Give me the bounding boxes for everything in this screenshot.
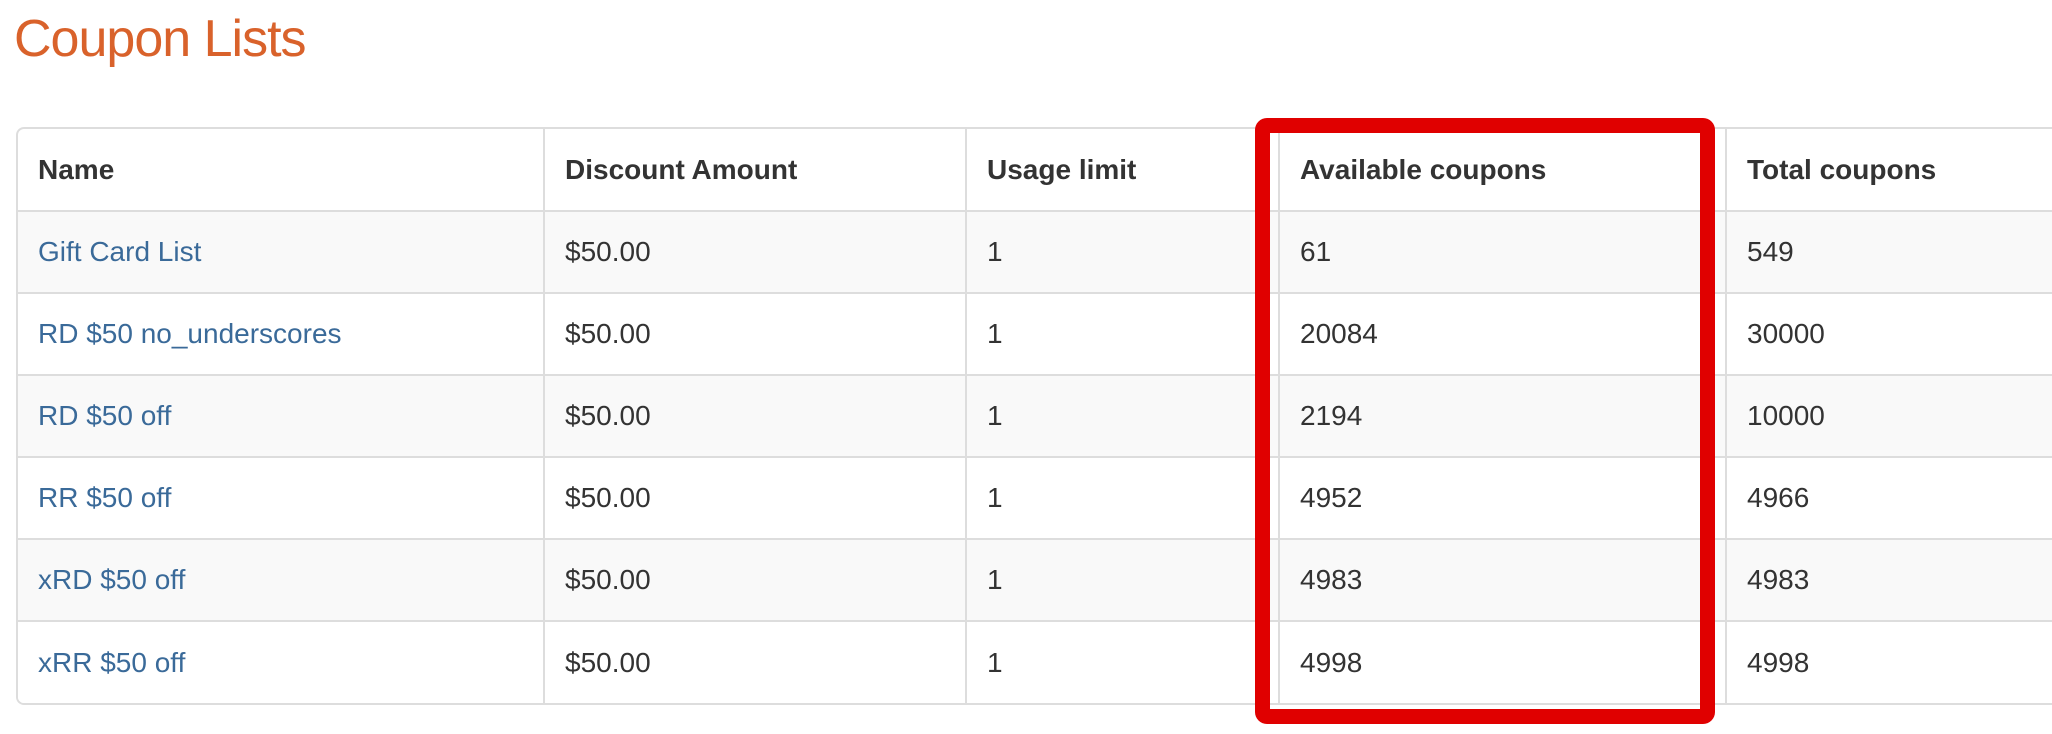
column-header-total-coupons: Total coupons xyxy=(1725,129,2052,211)
discount-cell: $50.00 xyxy=(543,620,966,703)
total-coupons-cell: 4983 xyxy=(1725,538,2052,621)
table-row: RD $50 no_underscores $50.00 1 20084 300… xyxy=(18,292,2052,375)
discount-cell: $50.00 xyxy=(543,374,966,457)
discount-cell: $50.00 xyxy=(543,210,966,293)
usage-limit-cell: 1 xyxy=(965,374,1279,457)
table-row: xRR $50 off $50.00 1 4998 4998 xyxy=(18,620,2052,703)
column-header-usage-limit: Usage limit xyxy=(965,129,1279,211)
coupon-list-link[interactable]: RR $50 off xyxy=(38,482,171,513)
available-coupons-cell: 4952 xyxy=(1278,456,1726,539)
name-cell: RD $50 off xyxy=(18,374,544,457)
available-coupons-cell: 20084 xyxy=(1278,292,1726,375)
usage-limit-cell: 1 xyxy=(965,456,1279,539)
discount-cell: $50.00 xyxy=(543,538,966,621)
page-title: Coupon Lists xyxy=(14,10,307,68)
coupon-list-link[interactable]: Gift Card List xyxy=(38,236,201,267)
usage-limit-cell: 1 xyxy=(965,620,1279,703)
available-coupons-cell: 61 xyxy=(1278,210,1726,293)
coupon-list-link[interactable]: RD $50 no_underscores xyxy=(38,318,342,349)
total-coupons-cell: 4966 xyxy=(1725,456,2052,539)
column-header-available-coupons: Available coupons xyxy=(1278,129,1726,211)
usage-limit-cell: 1 xyxy=(965,292,1279,375)
table-header-row: Name Discount Amount Usage limit Availab… xyxy=(18,129,2052,211)
discount-cell: $50.00 xyxy=(543,292,966,375)
available-coupons-cell: 4983 xyxy=(1278,538,1726,621)
available-coupons-cell: 2194 xyxy=(1278,374,1726,457)
coupon-list-link[interactable]: xRR $50 off xyxy=(38,647,185,678)
table-row: RD $50 off $50.00 1 2194 10000 xyxy=(18,374,2052,457)
name-cell: Gift Card List xyxy=(18,210,544,293)
coupon-table: Name Discount Amount Usage limit Availab… xyxy=(18,129,2052,703)
usage-limit-cell: 1 xyxy=(965,538,1279,621)
coupon-list-link[interactable]: xRD $50 off xyxy=(38,564,185,595)
total-coupons-cell: 549 xyxy=(1725,210,2052,293)
total-coupons-cell: 30000 xyxy=(1725,292,2052,375)
total-coupons-cell: 4998 xyxy=(1725,620,2052,703)
total-coupons-cell: 10000 xyxy=(1725,374,2052,457)
usage-limit-cell: 1 xyxy=(965,210,1279,293)
name-cell: RD $50 no_underscores xyxy=(18,292,544,375)
discount-cell: $50.00 xyxy=(543,456,966,539)
table-row: RR $50 off $50.00 1 4952 4966 xyxy=(18,456,2052,539)
name-cell: xRR $50 off xyxy=(18,620,544,703)
coupon-list-link[interactable]: RD $50 off xyxy=(38,400,171,431)
name-cell: RR $50 off xyxy=(18,456,544,539)
available-coupons-cell: 4998 xyxy=(1278,620,1726,703)
column-header-discount-amount: Discount Amount xyxy=(543,129,966,211)
name-cell: xRD $50 off xyxy=(18,538,544,621)
coupon-table-container: Name Discount Amount Usage limit Availab… xyxy=(16,127,2052,705)
table-row: Gift Card List $50.00 1 61 549 xyxy=(18,210,2052,293)
table-row: xRD $50 off $50.00 1 4983 4983 xyxy=(18,538,2052,621)
column-header-name: Name xyxy=(38,153,115,185)
